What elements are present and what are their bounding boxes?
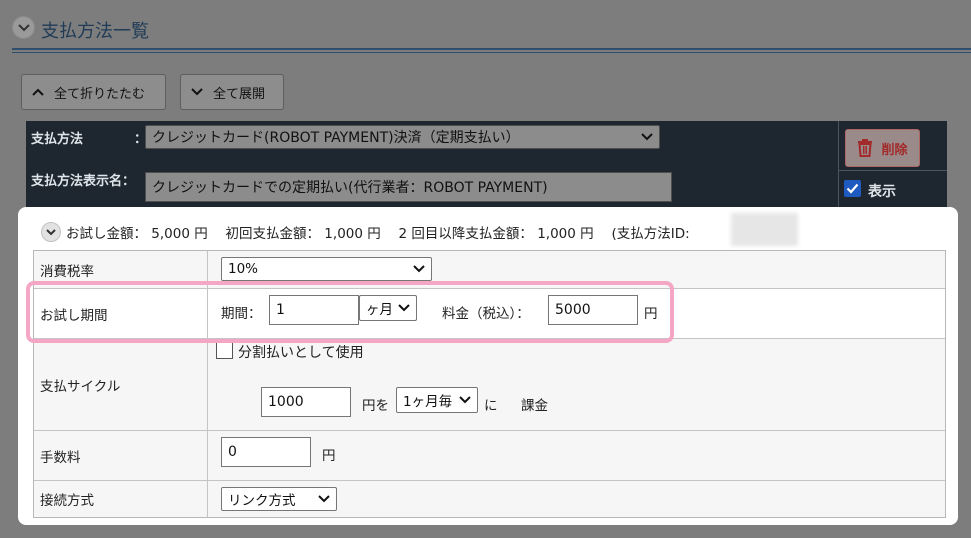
cycle-amount-value: 1000 [268,394,304,410]
cycle-cell: 分割払いとして使用 1000 円を 1ヶ月毎 に 課金 [208,339,945,430]
show-label: 表示 [868,184,896,200]
trial-fee-input[interactable]: 5000 [548,295,638,325]
fee-label: 手数料 [34,431,208,480]
panel-divider-horizontal [839,170,947,171]
trial-fee-yen: 円 [644,306,658,322]
collapse-all-button[interactable]: 全て折りたたむ [21,74,166,110]
tax-cell: 10% [208,251,945,288]
period-input[interactable]: 1 [269,295,359,325]
tax-rate-select[interactable]: 10% [221,257,432,281]
fee-incl-tax-label: 料金（税込）： [442,306,530,322]
tax-rate-value: 10% [228,261,259,277]
table-row-tax: 消費税率 10% [34,251,945,289]
expand-all-label: 全て展開 [213,86,266,102]
cycle-label: 支払サイクル [34,339,208,430]
fee-cell: 0 円 [208,431,945,480]
chevron-down-icon [413,265,425,273]
title-divider-thin [12,52,971,53]
delete-button[interactable]: 削除 [845,129,920,167]
display-name-value: クレジットカードでの定期払い(代行業者：ROBOT PAYMENT) [152,180,548,196]
display-name-label: 支払方法表示名： [31,174,136,189]
period-label: 期間： [221,306,262,322]
handling-fee-value: 0 [228,444,237,460]
cycle-amount-input[interactable]: 1000 [261,387,351,417]
chevron-down-icon [398,304,410,312]
title-divider [12,48,971,50]
charge-text: 課金 [521,398,548,414]
show-checkbox[interactable] [844,180,861,197]
cycle-interval-select[interactable]: 1ヶ月毎 [396,387,478,413]
checkmark-icon [846,183,859,194]
chevron-down-icon [46,228,56,235]
chevron-down-icon [641,133,653,141]
trial-label: お試し期間 [34,289,208,338]
chevron-down-icon [318,495,330,503]
tax-label: 消費税率 [34,251,208,288]
connection-method-value: リンク方式 [228,493,296,509]
expand-all-button[interactable]: 全て展開 [180,74,284,110]
display-name-input[interactable]: クレジットカードでの定期払い(代行業者：ROBOT PAYMENT) [145,172,672,202]
cycle-interval-value: 1ヶ月毎 [403,394,453,410]
trial-cell: 期間： 1 ヶ月 料金（税込）： 5000 円 [208,289,945,338]
table-row-trial: お試し期間 期間： 1 ヶ月 料金（税込）： 5000 円 [34,289,945,339]
payment-method-label: 支払方法 [31,132,84,147]
handling-fee-input[interactable]: 0 [221,437,311,467]
connection-method-select[interactable]: リンク方式 [221,487,337,511]
trash-icon [858,139,873,157]
payment-summary: お試し金額： 5,000 円 初回支払金額： 1,000 円 2 回目以降支払金… [66,226,690,242]
table-row-cycle: 支払サイクル 分割払いとして使用 1000 円を 1ヶ月毎 に 課金 [34,339,945,431]
ni-text: に [484,398,498,414]
payment-method-select[interactable]: クレジットカード(ROBOT PAYMENT)決済（定期支払い） [145,125,660,149]
table-row-fee: 手数料 0 円 [34,431,945,481]
handling-fee-yen: 円 [322,448,336,464]
connection-label: 接続方式 [34,481,208,517]
table-row-connection: 接続方式 リンク方式 [34,481,945,517]
period-value: 1 [276,302,285,318]
chevron-down-icon [191,88,203,96]
period-unit-value: ヶ月 [366,302,393,318]
page-title: 支払方法一覧 [41,21,149,42]
summary-expand-toggle[interactable] [41,222,61,242]
connection-cell: リンク方式 [208,481,945,517]
installment-label: 分割払いとして使用 [238,345,364,361]
period-unit-select[interactable]: ヶ月 [359,295,417,321]
delete-label: 削除 [881,142,908,158]
chevron-down-icon [459,396,471,404]
installment-checkbox[interactable] [216,342,233,359]
panel-divider [838,121,839,216]
redacted-id [731,213,798,246]
collapse-all-label: 全て折りたたむ [54,86,146,102]
chevron-down-icon [17,23,30,31]
yen-wo-text: 円を [362,398,389,414]
chevron-up-icon [32,88,44,96]
trial-fee-value: 5000 [555,302,591,318]
section-collapse-toggle[interactable] [12,16,35,39]
payment-method-value: クレジットカード(ROBOT PAYMENT)決済（定期支払い） [152,130,520,146]
